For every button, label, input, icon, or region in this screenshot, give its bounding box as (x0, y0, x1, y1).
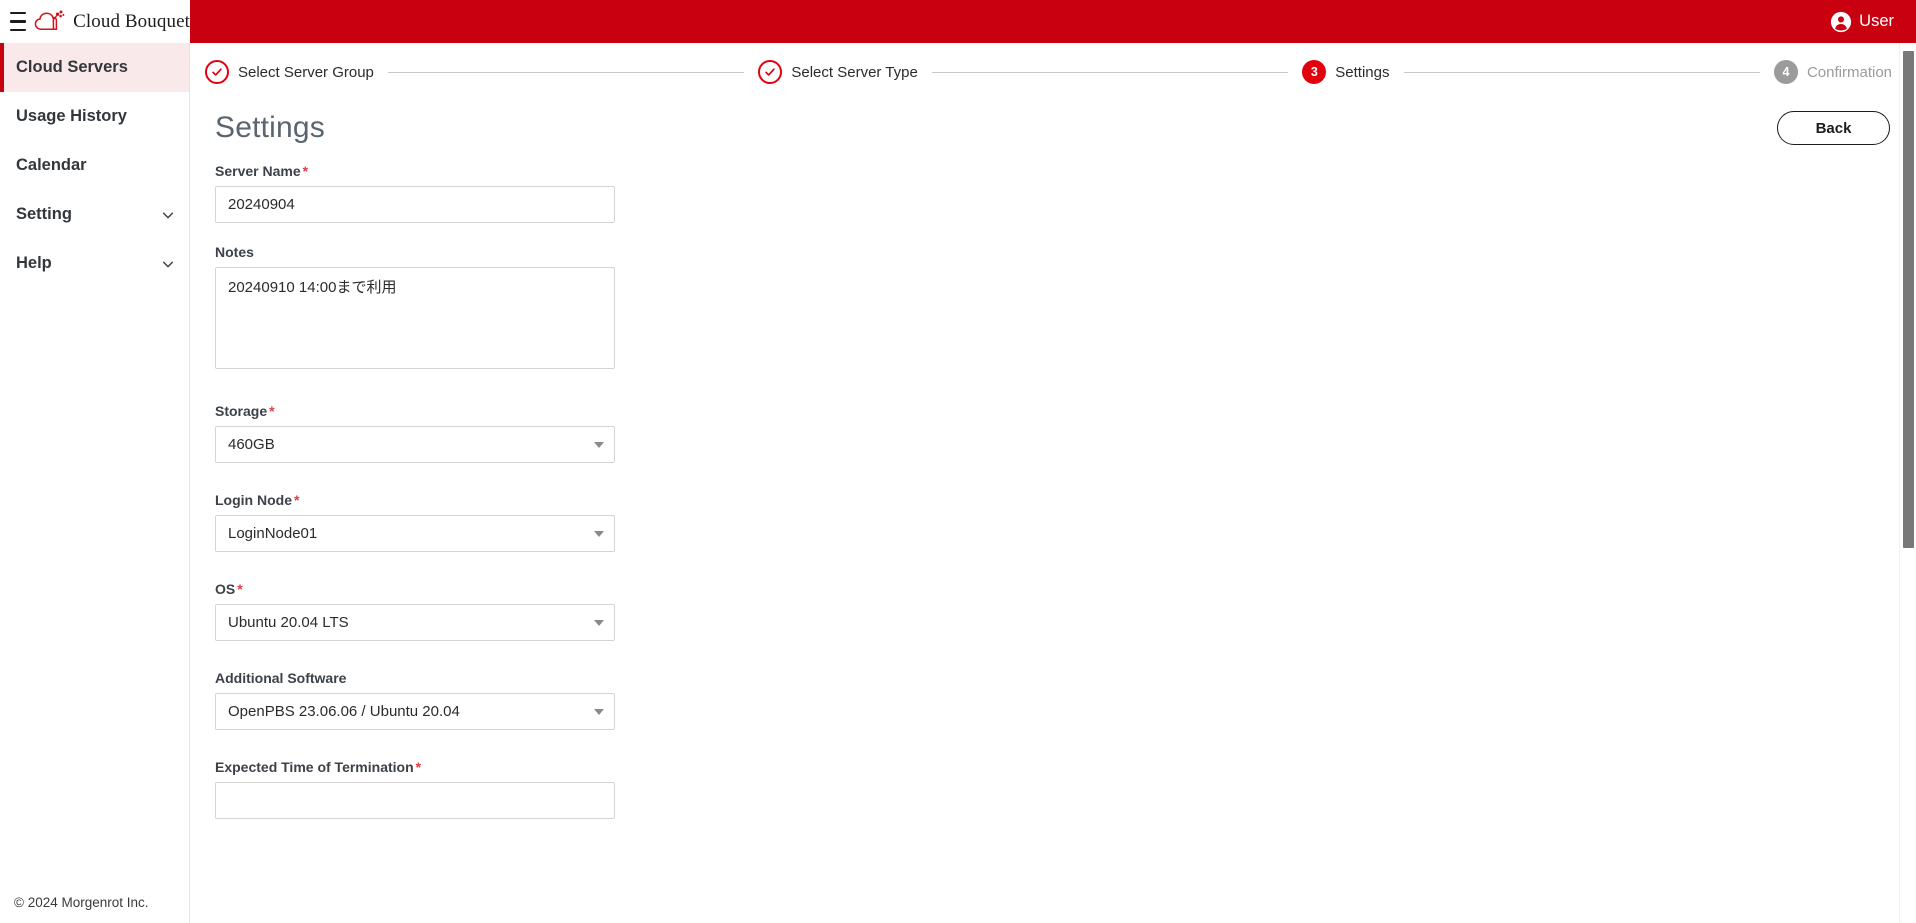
copyright-footer: © 2024 Morgenrot Inc. (14, 895, 149, 910)
required-marker: * (302, 163, 309, 179)
step-connector (1403, 71, 1760, 73)
field-label-text: Storage (215, 403, 268, 419)
settings-form: Server Name* Notes Storage* 460GB Login … (191, 145, 1916, 819)
storage-select-wrapper: 460GB (215, 426, 615, 463)
field-label: Notes (215, 244, 1916, 260)
step-select-server-group[interactable]: Select Server Group (205, 60, 374, 84)
step-number-badge: 4 (1773, 60, 1798, 84)
field-label: Server Name * (215, 163, 1916, 179)
hamburger-menu-icon[interactable] (10, 11, 27, 32)
field-server-name: Server Name * (215, 163, 1916, 223)
sidebar-item-label: Setting (16, 205, 72, 223)
os-select-wrapper: Ubuntu 20.04 LTS (215, 604, 615, 641)
wizard-stepper: Select Server Group Select Server Type 3… (191, 43, 1916, 101)
step-label: Select Server Group (238, 63, 374, 81)
login-node-select-wrapper: LoginNode01 (215, 515, 615, 552)
sidebar-item-help[interactable]: Help (0, 239, 189, 288)
sidebar-item-label: Cloud Servers (16, 58, 128, 76)
sidebar-item-calendar[interactable]: Calendar (0, 141, 189, 190)
required-marker: * (294, 492, 300, 508)
sidebar-item-label: Calendar (16, 156, 87, 174)
field-login-node: Login Node * LoginNode01 (215, 492, 1916, 552)
back-button[interactable]: Back (1777, 111, 1890, 145)
additional-software-select[interactable]: OpenPBS 23.06.06 / Ubuntu 20.04 (215, 693, 615, 730)
field-label-text: OS (215, 581, 236, 597)
field-label: Storage * (215, 403, 1916, 419)
user-label: User (1859, 12, 1894, 30)
field-label-text: Additional Software (215, 670, 347, 686)
server-name-input[interactable] (215, 186, 615, 223)
storage-select[interactable]: 460GB (215, 426, 615, 463)
step-label: Select Server Type (791, 63, 918, 81)
additional-software-select-wrapper: OpenPBS 23.06.06 / Ubuntu 20.04 (215, 693, 615, 730)
app-logo[interactable]: Cloud Bouquet (34, 9, 190, 35)
field-notes: Notes (215, 244, 1916, 374)
scrollbar-thumb[interactable] (1903, 51, 1914, 548)
main-content: Select Server Group Select Server Type 3… (191, 43, 1916, 923)
required-marker: * (237, 581, 243, 597)
top-app-bar: Cloud Bouquet User (0, 0, 1916, 43)
step-connector (387, 71, 745, 73)
field-label: Expected Time of Termination * (215, 759, 1916, 775)
hamburger-bar (10, 20, 27, 23)
chevron-down-icon (162, 261, 174, 267)
step-label: Settings (1335, 63, 1390, 81)
vertical-scrollbar[interactable] (1899, 43, 1916, 923)
sidebar-nav: Cloud Servers Usage History Calendar Set… (0, 43, 190, 923)
user-avatar-icon (1831, 11, 1852, 32)
check-icon (765, 68, 776, 76)
step-settings[interactable]: 3 Settings (1302, 60, 1390, 84)
required-marker: * (415, 759, 422, 775)
brand-name: Cloud Bouquet (73, 10, 190, 32)
step-check-icon (758, 60, 783, 84)
step-label: Confirmation (1806, 63, 1893, 81)
field-label-text: Server Name (215, 163, 301, 179)
field-storage: Storage * 460GB (215, 403, 1916, 463)
cloud-bouquet-logo-icon (34, 10, 65, 30)
sidebar-item-label: Usage History (16, 107, 127, 125)
login-node-select[interactable]: LoginNode01 (215, 515, 615, 552)
step-confirmation[interactable]: 4 Confirmation (1773, 60, 1893, 84)
field-label-text: Notes (215, 244, 254, 260)
user-menu-button[interactable]: User (1830, 11, 1894, 33)
sidebar-item-setting[interactable]: Setting (0, 190, 189, 239)
step-connector (931, 71, 1289, 73)
sidebar-item-label: Help (16, 254, 52, 272)
page-header: Settings Back (191, 101, 1916, 145)
page-title: Settings (215, 111, 325, 144)
sidebar-item-cloud-servers[interactable]: Cloud Servers (0, 43, 189, 92)
field-os: OS * Ubuntu 20.04 LTS (215, 581, 1916, 641)
field-label-text: Expected Time of Termination (215, 759, 414, 775)
step-select-server-type[interactable]: Select Server Type (758, 60, 918, 84)
required-marker: * (269, 403, 275, 419)
os-select[interactable]: Ubuntu 20.04 LTS (215, 604, 615, 641)
notes-textarea[interactable] (215, 267, 615, 369)
step-number-badge: 3 (1302, 60, 1327, 84)
field-additional-software: Additional Software OpenPBS 23.06.06 / U… (215, 670, 1916, 730)
field-label: Login Node * (215, 492, 1916, 508)
step-check-icon (205, 60, 229, 84)
hamburger-bar (10, 29, 27, 32)
brand-block: Cloud Bouquet (0, 0, 190, 43)
field-label: OS * (215, 581, 1916, 597)
hamburger-bar (10, 11, 27, 14)
sidebar-item-usage-history[interactable]: Usage History (0, 92, 189, 141)
expected-time-of-termination-input[interactable] (215, 782, 615, 819)
field-label: Additional Software (215, 670, 1916, 686)
chevron-down-icon (162, 212, 174, 218)
field-label-text: Login Node (215, 492, 292, 508)
field-expected-time-of-termination: Expected Time of Termination * (215, 759, 1916, 819)
check-icon (212, 68, 222, 76)
